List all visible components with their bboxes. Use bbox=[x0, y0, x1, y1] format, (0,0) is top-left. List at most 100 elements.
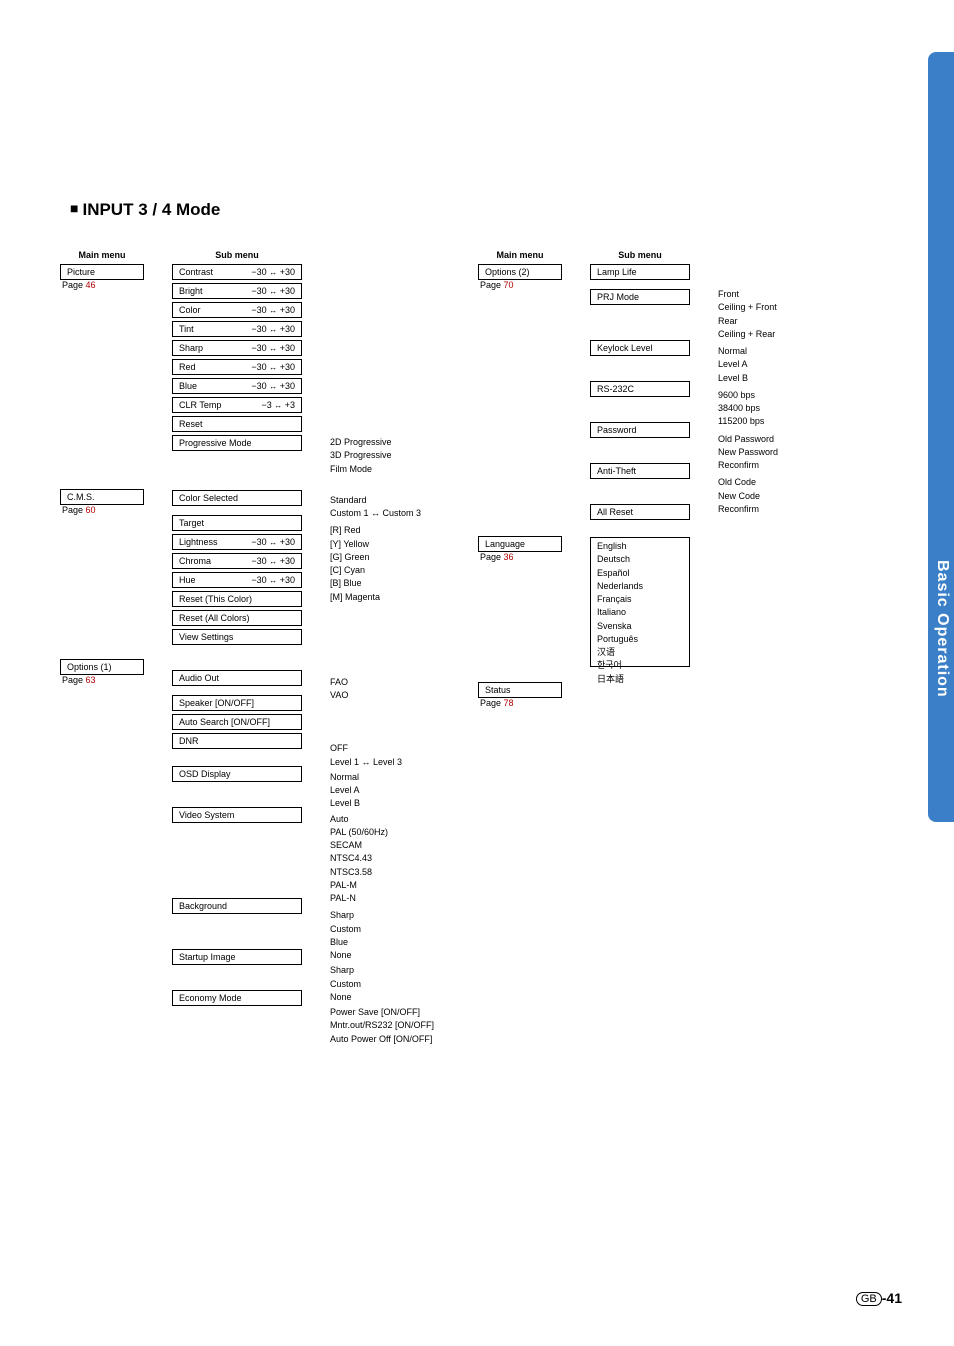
sub-rs232c: RS-232C bbox=[590, 381, 690, 397]
bullet-icon: ■ bbox=[70, 200, 78, 216]
sub-clrtemp: CLR Temp−3 ↔ +3 bbox=[172, 397, 302, 413]
target-options: [R] Red [Y] Yellow [G] Green [C] Cyan [B… bbox=[330, 524, 450, 604]
opt-startup-custom: Custom bbox=[330, 978, 450, 991]
main-options2: Options (2) bbox=[478, 264, 562, 280]
language-options: English Deutsch Español Nederlands Franç… bbox=[590, 537, 690, 667]
opt-powersave: Power Save [ON/OFF] bbox=[330, 1006, 450, 1019]
sub-chroma: Chroma−30 ↔ +30 bbox=[172, 553, 302, 569]
opt-2d-progressive: 2D Progressive bbox=[330, 436, 450, 449]
col-header-mainmenu-right: Main menu bbox=[478, 250, 562, 260]
opt-mntrout: Mntr.out/RS232 [ON/OFF] bbox=[330, 1019, 450, 1032]
page-footer: GB-41 bbox=[856, 1290, 902, 1306]
sub-economy: Economy Mode bbox=[172, 990, 302, 1006]
opt-bg-none: None bbox=[330, 949, 450, 962]
sub-target: Target bbox=[172, 515, 302, 531]
video-options: Auto PAL (50/60Hz) SECAM NTSC4.43 NTSC3.… bbox=[330, 813, 450, 906]
opt-video-pal: PAL (50/60Hz) bbox=[330, 826, 450, 839]
sub-background: Background bbox=[172, 898, 302, 914]
sub-bright: Bright−30 ↔ +30 bbox=[172, 283, 302, 299]
options1-submenu: Audio Out Speaker [ON/OFF] Auto Search [… bbox=[172, 670, 302, 1009]
sub-prjmode: PRJ Mode bbox=[590, 289, 690, 305]
economy-options: Power Save [ON/OFF] Mntr.out/RS232 [ON/O… bbox=[330, 1006, 450, 1046]
opt-pwd-old: Old Password bbox=[718, 433, 818, 446]
startup-options: Sharp Custom None bbox=[330, 964, 450, 1004]
sub-contrast: Contrast−30 ↔ +30 bbox=[172, 264, 302, 280]
opt-bg-blue: Blue bbox=[330, 936, 450, 949]
opt-target-r: [R] Red bbox=[330, 524, 450, 537]
opt-custom-range: Custom 1 ↔ Custom 3 bbox=[330, 507, 450, 520]
opt-baud-115200: 115200 bps bbox=[718, 415, 818, 428]
opt-standard: Standard bbox=[330, 494, 450, 507]
sub-password: Password bbox=[590, 422, 690, 438]
opt-prj-ceilfront: Ceiling + Front bbox=[718, 301, 818, 314]
lang-espanol: Español bbox=[597, 567, 683, 580]
opt-video-ntsc358: NTSC3.58 bbox=[330, 866, 450, 879]
sub-speaker: Speaker [ON/OFF] bbox=[172, 695, 302, 711]
sub-color: Color−30 ↔ +30 bbox=[172, 302, 302, 318]
opt-keylock-b: Level B bbox=[718, 372, 818, 385]
opt-prj-rear: Rear bbox=[718, 315, 818, 328]
sub-resetthis: Reset (This Color) bbox=[172, 591, 302, 607]
opt-target-c: [C] Cyan bbox=[330, 564, 450, 577]
opt-prj-ceilrear: Ceiling + Rear bbox=[718, 328, 818, 341]
page-ref-options1: Page 63 bbox=[60, 675, 144, 685]
opt-baud-38400: 38400 bps bbox=[718, 402, 818, 415]
main-picture: Picture bbox=[60, 264, 144, 280]
lang-francais: Français bbox=[597, 593, 683, 606]
audioout-options: FAO VAO bbox=[330, 676, 450, 703]
opt-pwd-new: New Password bbox=[718, 446, 818, 459]
opt-video-secam: SECAM bbox=[330, 839, 450, 852]
lang-portugues: Português bbox=[597, 633, 683, 646]
sub-audioout: Audio Out bbox=[172, 670, 302, 686]
menu-diagram: Main menu Picture Page 46 C.M.S. Page 60… bbox=[60, 250, 894, 1046]
sub-lightness: Lightness−30 ↔ +30 bbox=[172, 534, 302, 550]
sub-colorselected: Color Selected bbox=[172, 490, 302, 506]
sub-osd: OSD Display bbox=[172, 766, 302, 782]
region-badge: GB bbox=[856, 1292, 882, 1306]
page-ref-language: Page 36 bbox=[478, 552, 562, 562]
opt-keylock-a: Level A bbox=[718, 358, 818, 371]
opt-dnr-off: OFF bbox=[330, 742, 450, 755]
sub-red: Red−30 ↔ +30 bbox=[172, 359, 302, 375]
main-language: Language bbox=[478, 536, 562, 552]
opt-osd-levelb: Level B bbox=[330, 797, 450, 810]
opt-vao: VAO bbox=[330, 689, 450, 702]
opt-3d-progressive: 3D Progressive bbox=[330, 449, 450, 462]
osd-options: Normal Level A Level B bbox=[330, 771, 450, 811]
opt-target-y: [Y] Yellow bbox=[330, 538, 450, 551]
sub-blue: Blue−30 ↔ +30 bbox=[172, 378, 302, 394]
sub-viewsettings: View Settings bbox=[172, 629, 302, 645]
opt-film-mode: Film Mode bbox=[330, 463, 450, 476]
opt-code-reconfirm: Reconfirm bbox=[718, 503, 818, 516]
options2-submenu: Lamp Life PRJ Mode Keylock Level RS-232C… bbox=[590, 264, 690, 523]
picture-submenu: Contrast−30 ↔ +30 Bright−30 ↔ +30 Color−… bbox=[172, 264, 302, 454]
sub-progressive: Progressive Mode bbox=[172, 435, 302, 451]
page-ref-picture: Page 46 bbox=[60, 280, 144, 290]
opt-bg-sharp: Sharp bbox=[330, 909, 450, 922]
password-options: Old Password New Password Reconfirm bbox=[718, 433, 818, 473]
opt-dnr-level: Level 1 ↔ Level 3 bbox=[330, 756, 450, 769]
opt-video-palm: PAL-M bbox=[330, 879, 450, 892]
sub-tint: Tint−30 ↔ +30 bbox=[172, 321, 302, 337]
colorselected-options: Standard Custom 1 ↔ Custom 3 bbox=[330, 494, 450, 521]
opt-osd-normal: Normal bbox=[330, 771, 450, 784]
lang-deutsch: Deutsch bbox=[597, 553, 683, 566]
sub-hue: Hue−30 ↔ +30 bbox=[172, 572, 302, 588]
opt-target-m: [M] Magenta bbox=[330, 591, 450, 604]
opt-video-auto: Auto bbox=[330, 813, 450, 826]
opt-code-old: Old Code bbox=[718, 476, 818, 489]
opt-startup-none: None bbox=[330, 991, 450, 1004]
opt-video-ntsc443: NTSC4.43 bbox=[330, 852, 450, 865]
sub-lamplife: Lamp Life bbox=[590, 264, 690, 280]
opt-startup-sharp: Sharp bbox=[330, 964, 450, 977]
sub-autosearch: Auto Search [ON/OFF] bbox=[172, 714, 302, 730]
opt-fao: FAO bbox=[330, 676, 450, 689]
sub-videosystem: Video System bbox=[172, 807, 302, 823]
sub-keylock: Keylock Level bbox=[590, 340, 690, 356]
opt-osd-levela: Level A bbox=[330, 784, 450, 797]
sub-dnr: DNR bbox=[172, 733, 302, 749]
col-header-submenu-right: Sub menu bbox=[590, 250, 690, 260]
sub-resetall: Reset (All Colors) bbox=[172, 610, 302, 626]
page-heading: ■INPUT 3 / 4 Mode bbox=[70, 200, 894, 220]
opt-code-new: New Code bbox=[718, 490, 818, 503]
